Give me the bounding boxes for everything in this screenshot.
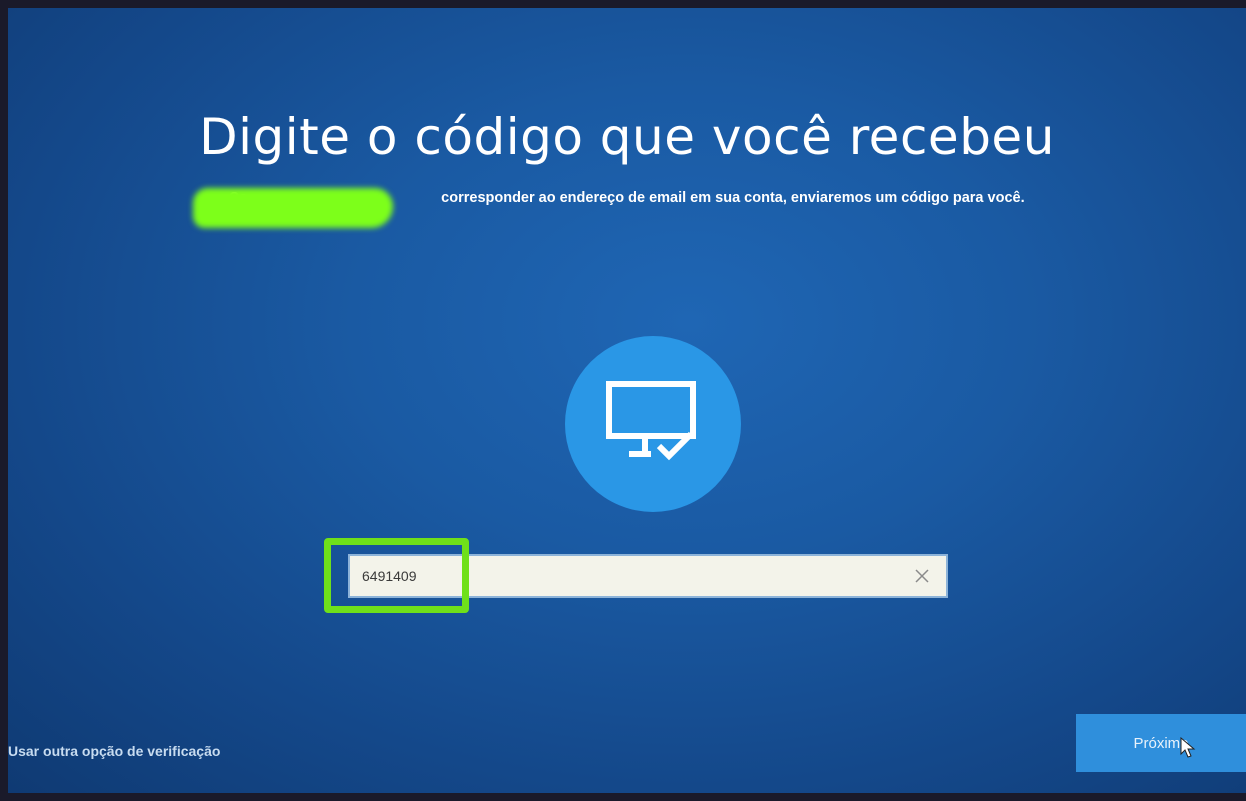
subtitle-rest: corresponder ao endereço de email em sua…	[437, 190, 1025, 206]
page-title: Digite o código que você recebeu	[199, 108, 1055, 166]
alternate-verification-link[interactable]: Usar outra opção de verificação	[8, 743, 220, 759]
verification-screen: Digite o código que você recebeu Se corr…	[8, 8, 1246, 793]
monitor-check-icon	[606, 381, 696, 461]
highlight-box	[324, 538, 469, 613]
device-avatar	[565, 336, 741, 512]
mouse-cursor-icon	[1180, 737, 1196, 758]
next-button[interactable]: Próximo	[1076, 714, 1246, 772]
redaction-mark	[193, 188, 393, 228]
close-icon[interactable]	[912, 566, 932, 586]
